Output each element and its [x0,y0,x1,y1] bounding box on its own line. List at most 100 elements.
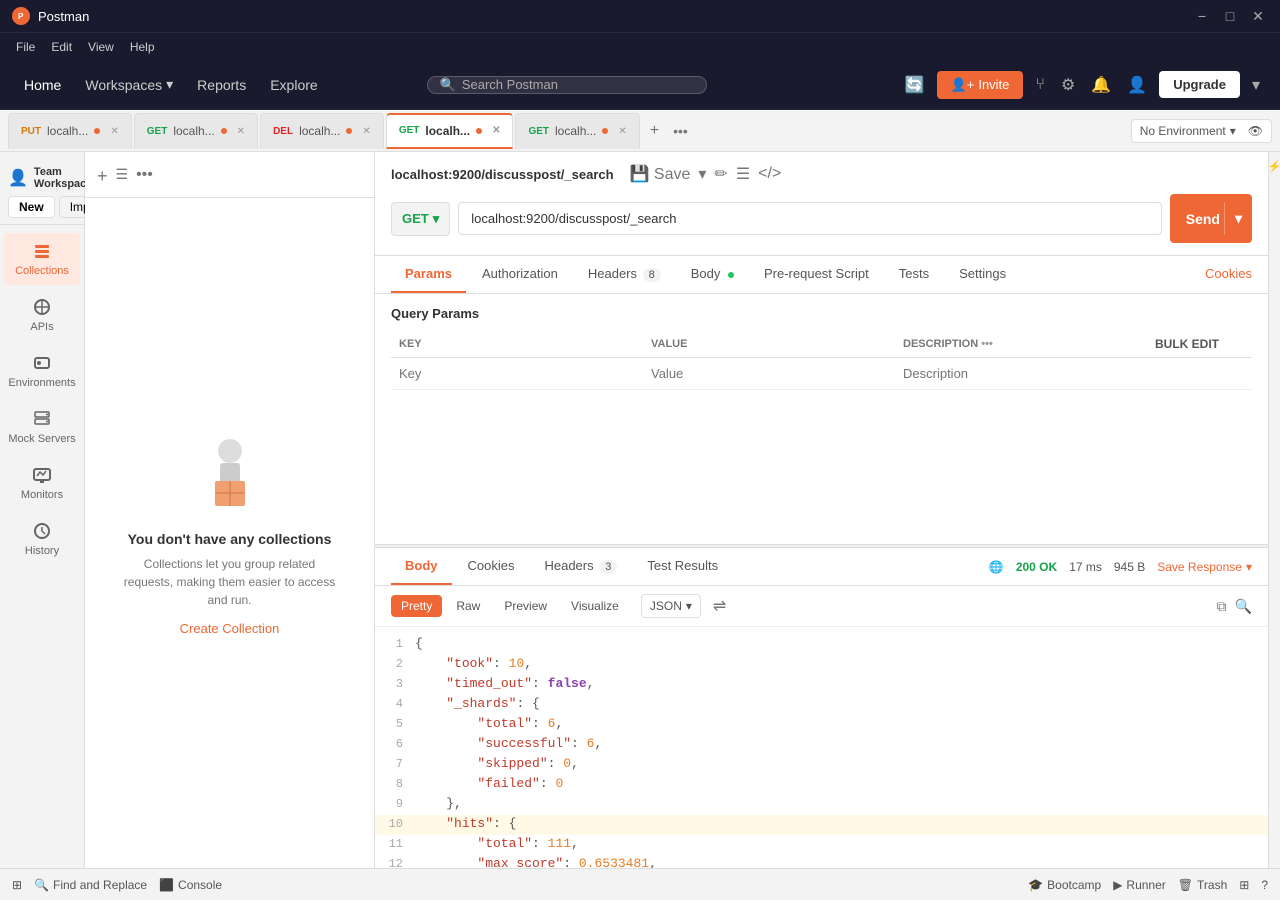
json-line-8: 8 "failed": 0 [375,775,1268,795]
nav-reports[interactable]: Reports [189,73,254,97]
req-tab-body[interactable]: Body [677,256,748,293]
description-button[interactable]: ☰ [736,164,750,184]
sync-icon[interactable]: 🔄 [901,71,929,99]
notification-icon[interactable]: 🔔 [1087,71,1115,99]
resp-tab-test-results[interactable]: Test Results [633,548,732,585]
req-tab-tests[interactable]: Tests [885,256,943,293]
save-dropdown-button[interactable]: ▾ [698,164,706,184]
url-title: localhost:9200/discusspost/_search 💾 Sav… [391,164,1252,184]
body-tab-raw[interactable]: Raw [446,595,490,617]
save-response-button[interactable]: Save Response ▾ [1157,560,1252,574]
right-panel-btn[interactable]: ⚡ [1268,160,1280,173]
console-button[interactable]: ⬛ Console [159,878,222,892]
body-tab-visualize[interactable]: Visualize [561,595,629,617]
find-replace-button[interactable]: 🔍 Find and Replace [34,878,147,892]
req-tab-pre-request[interactable]: Pre-request Script [750,256,883,293]
tab-2[interactable]: DEL localh... ✕ [260,113,384,149]
menu-file[interactable]: File [16,40,35,54]
save-button[interactable]: 💾 Save [630,164,691,184]
invite-button[interactable]: 👤+ Invite [937,71,1024,99]
tab-close-3[interactable]: ✕ [492,125,500,136]
menu-view[interactable]: View [88,40,114,54]
close-button[interactable]: ✕ [1248,6,1268,26]
monitors-label: Monitors [21,489,63,501]
format-selector[interactable]: JSON ▾ [641,594,701,618]
req-tab-headers[interactable]: Headers 8 [574,256,675,293]
search-button[interactable]: 🔍 [1235,598,1252,615]
create-collection-button[interactable]: Create Collection [180,621,280,636]
resp-tab-cookies[interactable]: Cookies [454,548,529,585]
nav-explore[interactable]: Explore [262,73,325,97]
method-selector[interactable]: GET ▾ [391,202,450,236]
sidebar-item-monitors[interactable]: Monitors [4,457,80,509]
bulk-edit-button[interactable]: Bulk Edit [1155,337,1219,351]
tab-3[interactable]: GET localh... ✕ [386,113,514,149]
col-more-icon[interactable]: ••• [981,338,993,350]
bootcamp-button[interactable]: 🎓 Bootcamp [1028,878,1101,892]
req-tab-params[interactable]: Params [391,256,466,293]
fork-icon[interactable]: ⑂ [1031,72,1049,98]
copy-button[interactable]: ⧉ [1217,598,1227,615]
nav-home[interactable]: Home [16,73,69,97]
search-bar[interactable]: 🔍 Search Postman [427,76,707,94]
search-placeholder: Search Postman [462,77,558,92]
app-logo: P [12,7,30,25]
sidebar-item-environments[interactable]: Environments [4,345,80,397]
menu-help[interactable]: Help [130,40,155,54]
add-collection-button[interactable]: + [97,166,108,187]
cookies-link[interactable]: Cookies [1205,256,1252,293]
desc-input[interactable] [903,366,1139,381]
tab-method-1: GET [147,126,168,137]
send-dropdown-icon[interactable]: ▾ [1224,202,1252,235]
sidebar-item-mock-servers[interactable]: Mock Servers [4,401,80,453]
tab-close-2[interactable]: ✕ [362,126,370,137]
json-line-5: 5 "total": 6, [375,715,1268,735]
add-tab-button[interactable]: + [642,122,667,140]
trash-button[interactable]: 🗑 Trash [1178,878,1227,892]
menu-edit[interactable]: Edit [51,40,72,54]
new-tab-button[interactable]: ⊞ [12,878,22,892]
tab-0[interactable]: PUT localh... ✕ [8,113,132,149]
resp-tab-headers[interactable]: Headers 3 [530,548,631,585]
dropdown-arrow-icon[interactable]: ▾ [1248,71,1264,99]
chevron-down-icon: ▾ [686,599,692,613]
code-button[interactable]: </> [758,164,781,184]
nav-workspaces[interactable]: Workspaces ▾ [77,72,181,97]
value-input[interactable] [651,366,887,381]
req-tab-authorization[interactable]: Authorization [468,256,572,293]
resp-tab-body[interactable]: Body [391,548,452,585]
upgrade-button[interactable]: Upgrade [1159,71,1240,98]
maximize-button[interactable]: □ [1220,6,1240,26]
url-input[interactable] [458,202,1161,235]
more-options-button[interactable]: ••• [136,166,153,184]
body-tab-pretty[interactable]: Pretty [391,595,442,617]
edit-button[interactable]: ✏ [714,164,727,184]
wrap-button[interactable]: ⇌ [713,596,726,616]
body-tab-preview[interactable]: Preview [494,595,557,617]
environment-selector[interactable]: No Environment ▾ 👁 [1131,119,1272,143]
minimize-button[interactable]: − [1192,6,1212,26]
sidebar-item-collections[interactable]: Collections [4,233,80,285]
layout-button[interactable]: ⊞ [1239,878,1249,892]
tab-method-3: GET [399,125,420,136]
tab-close-1[interactable]: ✕ [237,126,245,137]
tab-4[interactable]: GET localh... ✕ [515,113,639,149]
body-actions: ⧉ 🔍 [1217,598,1252,615]
key-input[interactable] [399,366,635,381]
response-tabs-row: Body Cookies Headers 3 Test Results 🌐 20… [375,548,1268,586]
sidebar-item-history[interactable]: History [4,513,80,565]
tab-close-0[interactable]: ✕ [110,126,118,137]
req-tab-settings[interactable]: Settings [945,256,1020,293]
more-tabs-button[interactable]: ••• [673,123,688,139]
settings-icon[interactable]: ⚙ [1057,71,1079,99]
tab-close-4[interactable]: ✕ [618,126,626,137]
runner-button[interactable]: ▶ Runner [1113,878,1166,892]
avatar-icon[interactable]: 👤 [1123,71,1151,99]
tab-1[interactable]: GET localh... ✕ [134,113,258,149]
filter-button[interactable]: ☰ [116,166,129,183]
send-button[interactable]: Send ▾ [1170,194,1252,243]
chevron-down-icon: ▾ [1230,124,1236,138]
help-button[interactable]: ? [1261,878,1268,892]
new-button[interactable]: New [8,196,55,218]
sidebar-item-apis[interactable]: APIs [4,289,80,341]
